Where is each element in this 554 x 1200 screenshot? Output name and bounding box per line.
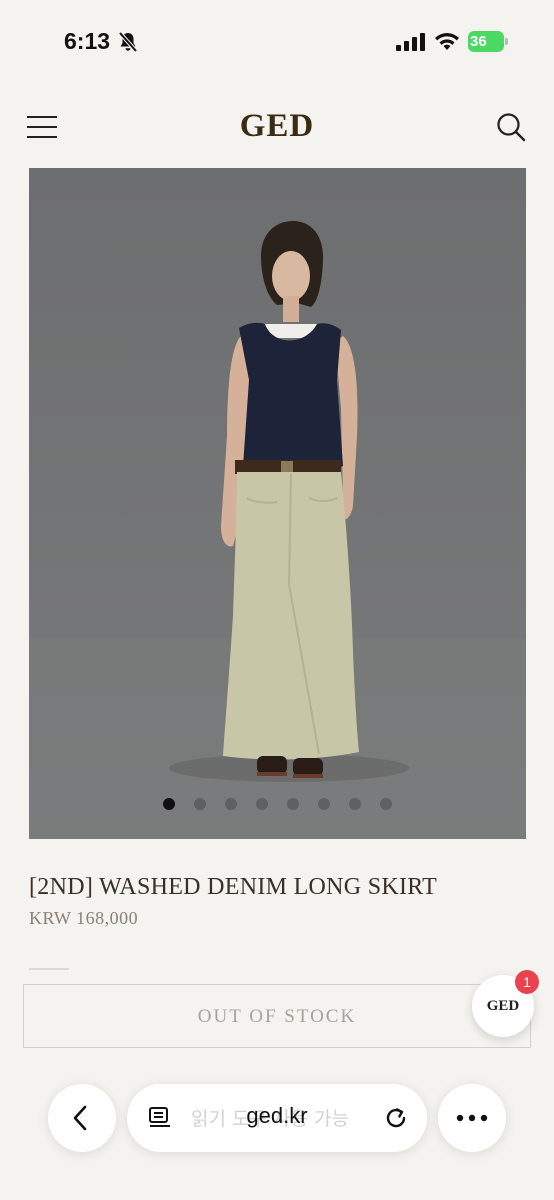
divider [29, 968, 69, 970]
carousel-dot[interactable] [318, 798, 330, 810]
status-time: 6:13 [64, 28, 111, 54]
search-icon[interactable] [496, 112, 526, 142]
carousel-dot[interactable] [256, 798, 268, 810]
carousel-dot[interactable] [380, 798, 392, 810]
carousel-dot[interactable] [287, 798, 299, 810]
site-logo[interactable]: GED [0, 108, 554, 145]
reload-icon[interactable] [383, 1105, 409, 1131]
product-price: KRW 168,000 [29, 908, 139, 928]
carousel-dot[interactable] [163, 798, 175, 810]
browser-toolbar: 읽기 도구 사용 가능 ged.kr [0, 1084, 554, 1154]
carousel-dot[interactable] [194, 798, 206, 810]
site-header: GED [0, 96, 554, 160]
product-title: [2ND] WASHED DENIM LONG SKIRT [29, 874, 438, 900]
status-bar: 6:13 36 [0, 0, 554, 80]
battery-cap [505, 38, 508, 45]
chevron-left-icon [73, 1105, 87, 1131]
address-bar[interactable]: 읽기 도구 사용 가능 ged.kr [127, 1084, 427, 1152]
battery-indicator: 36 [468, 31, 508, 52]
bell-slash-icon [118, 31, 138, 53]
battery-level: 36 [468, 31, 504, 52]
product-photo [29, 221, 526, 839]
cellular-signal-icon [396, 33, 425, 51]
more-options-button[interactable] [438, 1084, 506, 1152]
carousel-dot[interactable] [225, 798, 237, 810]
out-of-stock-button[interactable]: OUT OF STOCK [23, 984, 531, 1048]
back-button[interactable] [48, 1084, 116, 1152]
carousel-dot[interactable] [349, 798, 361, 810]
carousel-pagination [29, 798, 526, 812]
notification-badge: 1 [515, 970, 539, 994]
wifi-icon [435, 33, 459, 50]
ellipsis-icon [456, 1114, 488, 1122]
product-image-carousel[interactable] [29, 168, 526, 839]
url-text[interactable]: ged.kr [127, 1103, 427, 1129]
